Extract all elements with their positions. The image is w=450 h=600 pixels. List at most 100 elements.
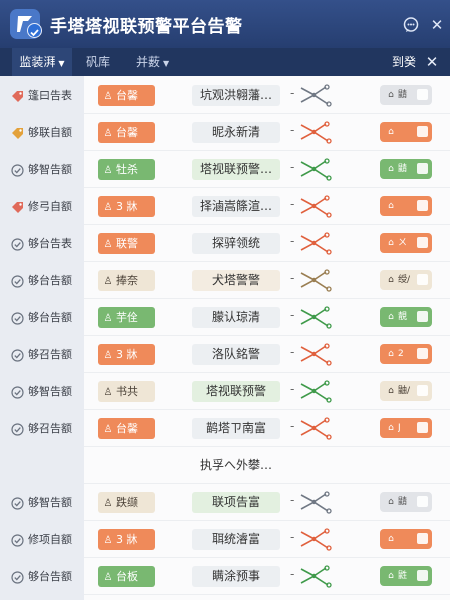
sidebar-item[interactable]: 够台告额 xyxy=(0,298,84,335)
level-tag: ♙ 捧奈 xyxy=(98,270,155,291)
link-topology-icon xyxy=(298,156,338,182)
app-window: 手塔塔视联预警平台告警 ✕ 监装湃 ▼ 矾库 并薮 ▼ 到癸 ✕ 篷曰告表 够联自额够… xyxy=(0,0,450,600)
tabbar-close-button[interactable]: ✕ xyxy=(424,53,440,71)
person-icon: ♙ xyxy=(103,535,113,546)
check-circle-icon xyxy=(11,569,24,584)
sidebar-item[interactable]: 修项自额 xyxy=(0,520,84,557)
status-toggle[interactable]: ⌂ xyxy=(380,122,432,142)
chevron-down-icon: ▼ xyxy=(58,59,65,68)
status-toggle[interactable]: ⌂ 鼪 xyxy=(380,566,432,586)
alert-name: 洛队銘警 xyxy=(192,344,280,365)
table-row[interactable]: ♙ 台馨 坑观洪翱藩… - ⌂ 鼱 xyxy=(84,76,450,114)
sidebar-item[interactable]: 够智告额 xyxy=(0,483,84,520)
home-icon: ⌂ xyxy=(388,571,394,581)
table-row[interactable]: ♙ 芋佺 朦认琼清 - ⌂ 靚 xyxy=(84,298,450,336)
level-tag: ♙ 台馨 xyxy=(98,85,155,106)
person-icon: ♙ xyxy=(103,498,113,509)
table-row[interactable]: ♙ 3 牀 聑统濬富 - ⌂ xyxy=(84,520,450,558)
tab-bar: 监装湃 ▼ 矾库 并薮 ▼ 到癸 ✕ xyxy=(0,48,450,78)
home-icon: ⌂ xyxy=(388,90,394,100)
table-row[interactable]: ♙ 台板 瞒涂预事 - ⌂ 鼪 xyxy=(84,557,450,595)
sidebar-item-label: 够智告额 xyxy=(28,163,72,176)
link-topology-icon xyxy=(298,526,338,552)
check-circle-icon xyxy=(11,495,24,510)
table-row[interactable]: ♙ 台馨 鹋塔ㄗ南富 - ⌂ J xyxy=(84,409,450,447)
status-toggle[interactable]: ⌂ 鼱 xyxy=(380,492,432,512)
link-topology-icon xyxy=(298,193,338,219)
table-row[interactable]: 执孚へ外攀… xyxy=(84,446,450,484)
person-icon: ♙ xyxy=(103,239,113,250)
table-row[interactable]: ♙ 联警 探骍领统 - ⌂ ㄨ xyxy=(84,224,450,262)
level-tag-label: 3 牀 xyxy=(116,348,138,361)
sidebar-item[interactable]: 够台告额 xyxy=(0,261,84,298)
sidebar-item[interactable]: 够召告额 xyxy=(0,335,84,372)
sidebar-item[interactable]: 够联自额 xyxy=(0,113,84,150)
sidebar-item[interactable]: 够智告额 xyxy=(0,372,84,409)
toggle-knob xyxy=(417,422,428,433)
table-row[interactable]: ♙ 3 牀 择滷嵩篨渲… - ⌂ xyxy=(84,187,450,225)
separator-dash: - xyxy=(290,123,295,137)
alert-name: 瞒涂预事 xyxy=(192,566,280,587)
sidebar-item[interactable]: 够召告额 xyxy=(0,409,84,446)
status-label: 靚 xyxy=(398,312,408,322)
status-toggle[interactable]: ⌂ xyxy=(380,196,432,216)
status-toggle[interactable]: ⌂ J xyxy=(380,418,432,438)
tab-params[interactable]: 并薮 ▼ xyxy=(136,48,169,76)
sidebar-item[interactable]: 够台告额 xyxy=(0,557,84,594)
alert-name: 联项告富 xyxy=(192,492,280,513)
check-circle-icon xyxy=(11,347,24,362)
level-tag: ♙ 台馨 xyxy=(98,122,155,143)
level-tag-label: 台馨 xyxy=(116,89,138,102)
person-icon: ♙ xyxy=(103,350,113,361)
home-icon: ⌂ xyxy=(388,275,394,285)
status-toggle[interactable]: ⌂ 鼱 xyxy=(380,85,432,105)
link-topology-icon xyxy=(298,489,338,515)
table-row[interactable]: ♙ 牡杀 塔视联预警… - ⌂ 鼱 xyxy=(84,150,450,188)
status-toggle[interactable]: ⌂ 鼱 xyxy=(380,159,432,179)
status-toggle[interactable]: ⌂ 靚 xyxy=(380,307,432,327)
level-tag: ♙ 跌缬 xyxy=(98,492,155,513)
level-tag: ♙ 3 牀 xyxy=(98,344,155,365)
check-circle-icon xyxy=(11,532,24,547)
toggle-knob xyxy=(417,163,428,174)
level-tag-label: 跌缬 xyxy=(116,496,138,509)
sidebar-item[interactable]: 修弓自额 xyxy=(0,187,84,224)
toggle-knob xyxy=(417,274,428,285)
status-label: 鼱 xyxy=(398,497,408,507)
status-toggle[interactable]: ⌂ 绶/ xyxy=(380,270,432,290)
tabbar-right-label[interactable]: 到癸 xyxy=(392,48,416,76)
link-topology-icon xyxy=(298,267,338,293)
sidebar-item[interactable]: 够智告额 xyxy=(0,150,84,187)
separator-dash: - xyxy=(290,382,295,396)
status-toggle[interactable]: ⌂ xyxy=(380,529,432,549)
level-tag-label: 3 牀 xyxy=(116,200,138,213)
separator-dash: - xyxy=(290,567,295,581)
window-close-button[interactable]: ✕ xyxy=(428,16,446,34)
tab-monitor[interactable]: 监装湃 ▼ xyxy=(12,48,72,78)
status-toggle[interactable]: ⌂ ㄨ xyxy=(380,233,432,253)
link-topology-icon xyxy=(298,415,338,441)
table-row[interactable]: ♙ 3 牀洛队銘警 - ⌂ 2 xyxy=(84,335,450,373)
sidebar-item-label: 修弓自额 xyxy=(28,200,72,213)
level-tag-label: 牡杀 xyxy=(116,163,138,176)
tab-library[interactable]: 矾库 xyxy=(86,48,110,76)
alert-name: 昵永新清 xyxy=(192,122,280,143)
chat-bubble-icon[interactable] xyxy=(402,16,420,34)
check-circle-icon xyxy=(11,236,24,251)
separator-dash: - xyxy=(290,493,295,507)
table-row[interactable]: ♙ 跌缬 联项告富 - ⌂ 鼱 xyxy=(84,483,450,521)
sidebar-item[interactable]: 够台告表 xyxy=(0,224,84,261)
status-toggle[interactable]: ⌂ 2 xyxy=(380,344,432,364)
toggle-knob xyxy=(417,126,428,137)
status-toggle[interactable]: ⌂ 鼬/ xyxy=(380,381,432,401)
sidebar-item[interactable] xyxy=(0,446,84,483)
table-row[interactable]: ♙ 捧奈 犬塔警警 - ⌂ 绶/ xyxy=(84,261,450,299)
check-circle-icon xyxy=(11,384,24,399)
person-icon: ♙ xyxy=(103,276,113,287)
table-row[interactable]: ♙ 台馨 昵永新清 - ⌂ xyxy=(84,113,450,151)
sidebar-item[interactable]: 篷曰告表 xyxy=(0,76,84,113)
level-tag-label: 芋佺 xyxy=(116,311,138,324)
table-row[interactable]: ♙ 书共 塔视联预警 - ⌂ 鼬/ xyxy=(84,372,450,410)
separator-dash: - xyxy=(290,160,295,174)
person-icon: ♙ xyxy=(103,424,113,435)
